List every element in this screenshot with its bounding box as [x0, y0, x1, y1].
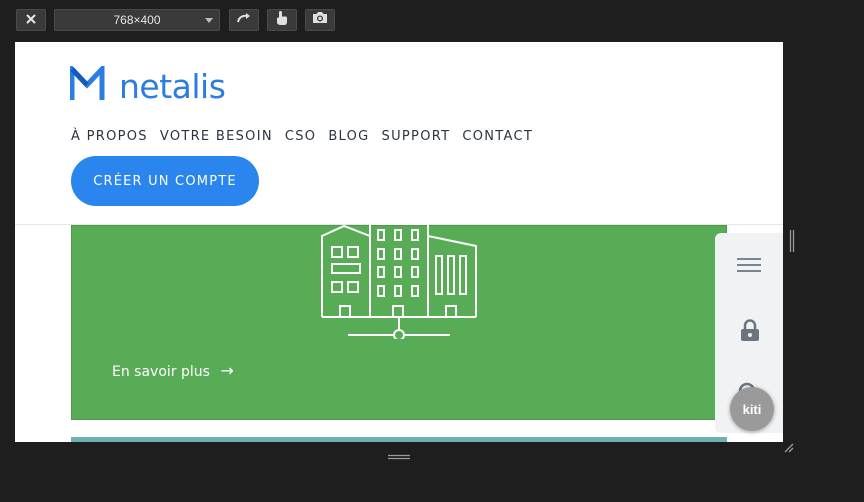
- lock-icon[interactable]: [740, 319, 760, 346]
- menu-icon[interactable]: [736, 257, 762, 278]
- learn-more-label: En savoir plus: [112, 364, 210, 380]
- nav-item-cso[interactable]: CSO: [285, 129, 316, 144]
- camera-icon: [312, 11, 328, 29]
- close-icon: [26, 11, 36, 29]
- resize-height-handle[interactable]: [388, 447, 410, 460]
- next-card-edge: [71, 437, 727, 442]
- touch-icon: [275, 10, 289, 31]
- viewport-size-select[interactable]: 768×400: [54, 9, 220, 31]
- screenshot-button[interactable]: [305, 9, 335, 31]
- rotate-button[interactable]: [229, 9, 259, 31]
- feature-card: En savoir plus →: [71, 223, 727, 420]
- nav-item-contact[interactable]: CONTACT: [462, 129, 533, 144]
- close-responsive-button[interactable]: [16, 9, 46, 31]
- arrow-right-icon: →: [220, 361, 234, 380]
- building-network-icon: [320, 223, 480, 344]
- rotate-icon: [236, 11, 252, 29]
- main-nav: À PROPOS VOTRE BESOIN CSO BLOG SUPPORT C…: [71, 129, 545, 144]
- responsive-viewport: netalis À PROPOS VOTRE BESOIN CSO BLOG S…: [15, 42, 783, 442]
- nav-item-votre-besoin[interactable]: VOTRE BESOIN: [160, 129, 273, 144]
- nav-item-a-propos[interactable]: À PROPOS: [71, 129, 148, 144]
- resize-width-handle[interactable]: [789, 230, 795, 252]
- create-account-button[interactable]: CRÉER UN COMPTE: [71, 156, 259, 206]
- site-logo[interactable]: netalis: [69, 62, 226, 107]
- netalis-logo-icon: [69, 62, 105, 107]
- chevron-down-icon: [205, 18, 213, 23]
- nav-item-support[interactable]: SUPPORT: [382, 129, 451, 144]
- touch-simulation-button[interactable]: [267, 9, 297, 31]
- nav-item-blog[interactable]: BLOG: [328, 129, 369, 144]
- logo-text: netalis: [119, 66, 226, 106]
- viewport-size-value: 768×400: [113, 13, 161, 27]
- resize-corner-handle[interactable]: [782, 440, 794, 458]
- kiti-chat-button[interactable]: kiti: [730, 387, 774, 431]
- learn-more-link[interactable]: En savoir plus →: [112, 361, 234, 380]
